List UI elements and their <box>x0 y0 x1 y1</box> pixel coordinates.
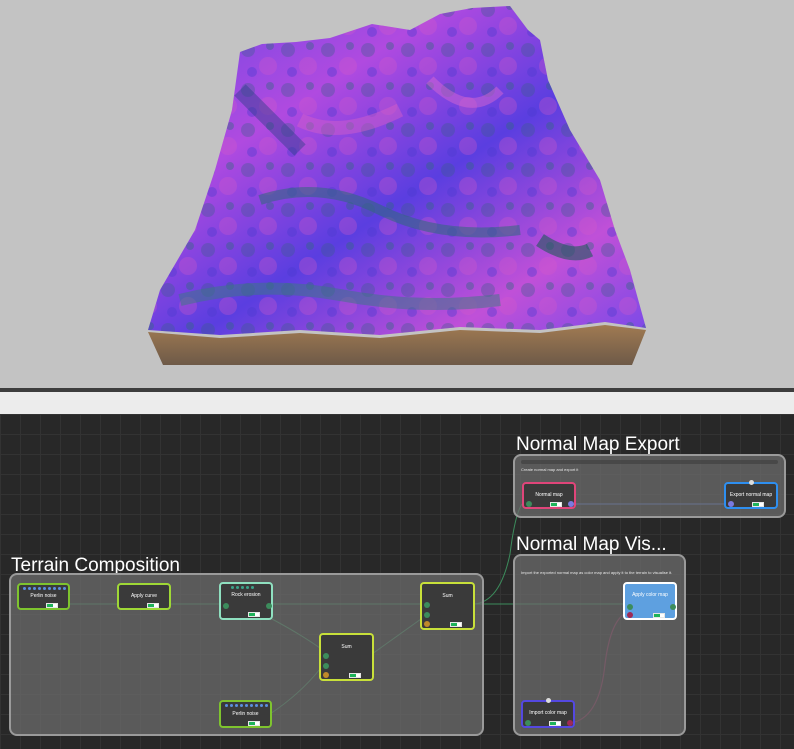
group-header-bar <box>521 460 778 464</box>
input-port-weight[interactable] <box>323 672 329 678</box>
input-port-height[interactable] <box>627 604 633 610</box>
node-perlin-noise-2[interactable]: Perlin noise <box>219 700 272 728</box>
input-port-a[interactable] <box>424 602 430 608</box>
parameter-dots <box>231 586 254 589</box>
node-sum-main[interactable]: Sum <box>420 582 475 630</box>
node-title: Normal map <box>535 492 563 498</box>
node-export-normal-map[interactable]: Export normal map <box>724 480 778 509</box>
graph-toolbar <box>0 392 794 415</box>
node-apply-curve[interactable]: Apply curve <box>117 583 171 610</box>
output-port[interactable] <box>670 604 676 610</box>
input-port-b[interactable] <box>424 612 430 618</box>
node-title: Perlin noise <box>30 593 57 599</box>
input-port[interactable] <box>525 720 531 726</box>
top-port[interactable] <box>546 698 551 703</box>
input-port[interactable] <box>223 603 229 609</box>
input-port-weight[interactable] <box>424 621 430 627</box>
output-port[interactable] <box>568 501 574 507</box>
node-title: Sum <box>341 644 352 650</box>
node-enable-toggle[interactable] <box>248 721 260 726</box>
input-port-a[interactable] <box>323 653 329 659</box>
group-title-normal-map-export: Normal Map Export <box>516 434 680 455</box>
node-title: Sum <box>442 593 453 599</box>
output-port[interactable] <box>266 603 272 609</box>
parameter-dots <box>23 587 66 590</box>
output-port[interactable] <box>567 720 573 726</box>
node-enable-toggle[interactable] <box>653 613 665 618</box>
node-enable-toggle[interactable] <box>248 612 260 617</box>
node-rock-erosion[interactable]: Rock erosion <box>219 582 273 620</box>
node-normal-map[interactable]: Normal map <box>522 482 576 509</box>
node-enable-toggle[interactable] <box>550 502 562 507</box>
input-port-color[interactable] <box>627 612 633 618</box>
parameter-dots <box>225 704 268 707</box>
node-title: Apply curve <box>130 593 158 599</box>
node-title: Rock erosion <box>231 592 261 598</box>
node-perlin-noise[interactable]: Perlin noise <box>17 583 70 610</box>
node-import-color-map[interactable]: Import color map <box>521 698 575 728</box>
terrain-render <box>148 6 646 365</box>
terrain-3d-viewport[interactable] <box>0 0 794 388</box>
node-title: Perlin noise <box>232 711 259 717</box>
group-description: Create normal map and export it <box>521 467 579 472</box>
group-title-normal-map-vis: Normal Map Vis... <box>516 534 667 555</box>
node-title: Apply color map <box>632 592 668 598</box>
group-description: Import the exported normal map as color … <box>521 570 673 575</box>
top-port[interactable] <box>749 480 754 485</box>
node-enable-toggle[interactable] <box>46 603 58 608</box>
node-apply-color-map[interactable]: Apply color map <box>623 582 677 620</box>
node-enable-toggle[interactable] <box>549 721 561 726</box>
node-enable-toggle[interactable] <box>147 603 159 608</box>
node-enable-toggle[interactable] <box>349 673 361 678</box>
node-title: Import color map <box>529 710 567 716</box>
input-port[interactable] <box>526 501 532 507</box>
node-enable-toggle[interactable] <box>752 502 764 507</box>
input-port-b[interactable] <box>323 663 329 669</box>
input-port[interactable] <box>728 501 734 507</box>
node-graph-editor[interactable]: Normal Map Export Create normal map and … <box>0 414 794 749</box>
node-title: Export normal map <box>729 492 773 498</box>
node-enable-toggle[interactable] <box>450 622 462 627</box>
node-sum-inner[interactable]: Sum <box>319 633 374 681</box>
